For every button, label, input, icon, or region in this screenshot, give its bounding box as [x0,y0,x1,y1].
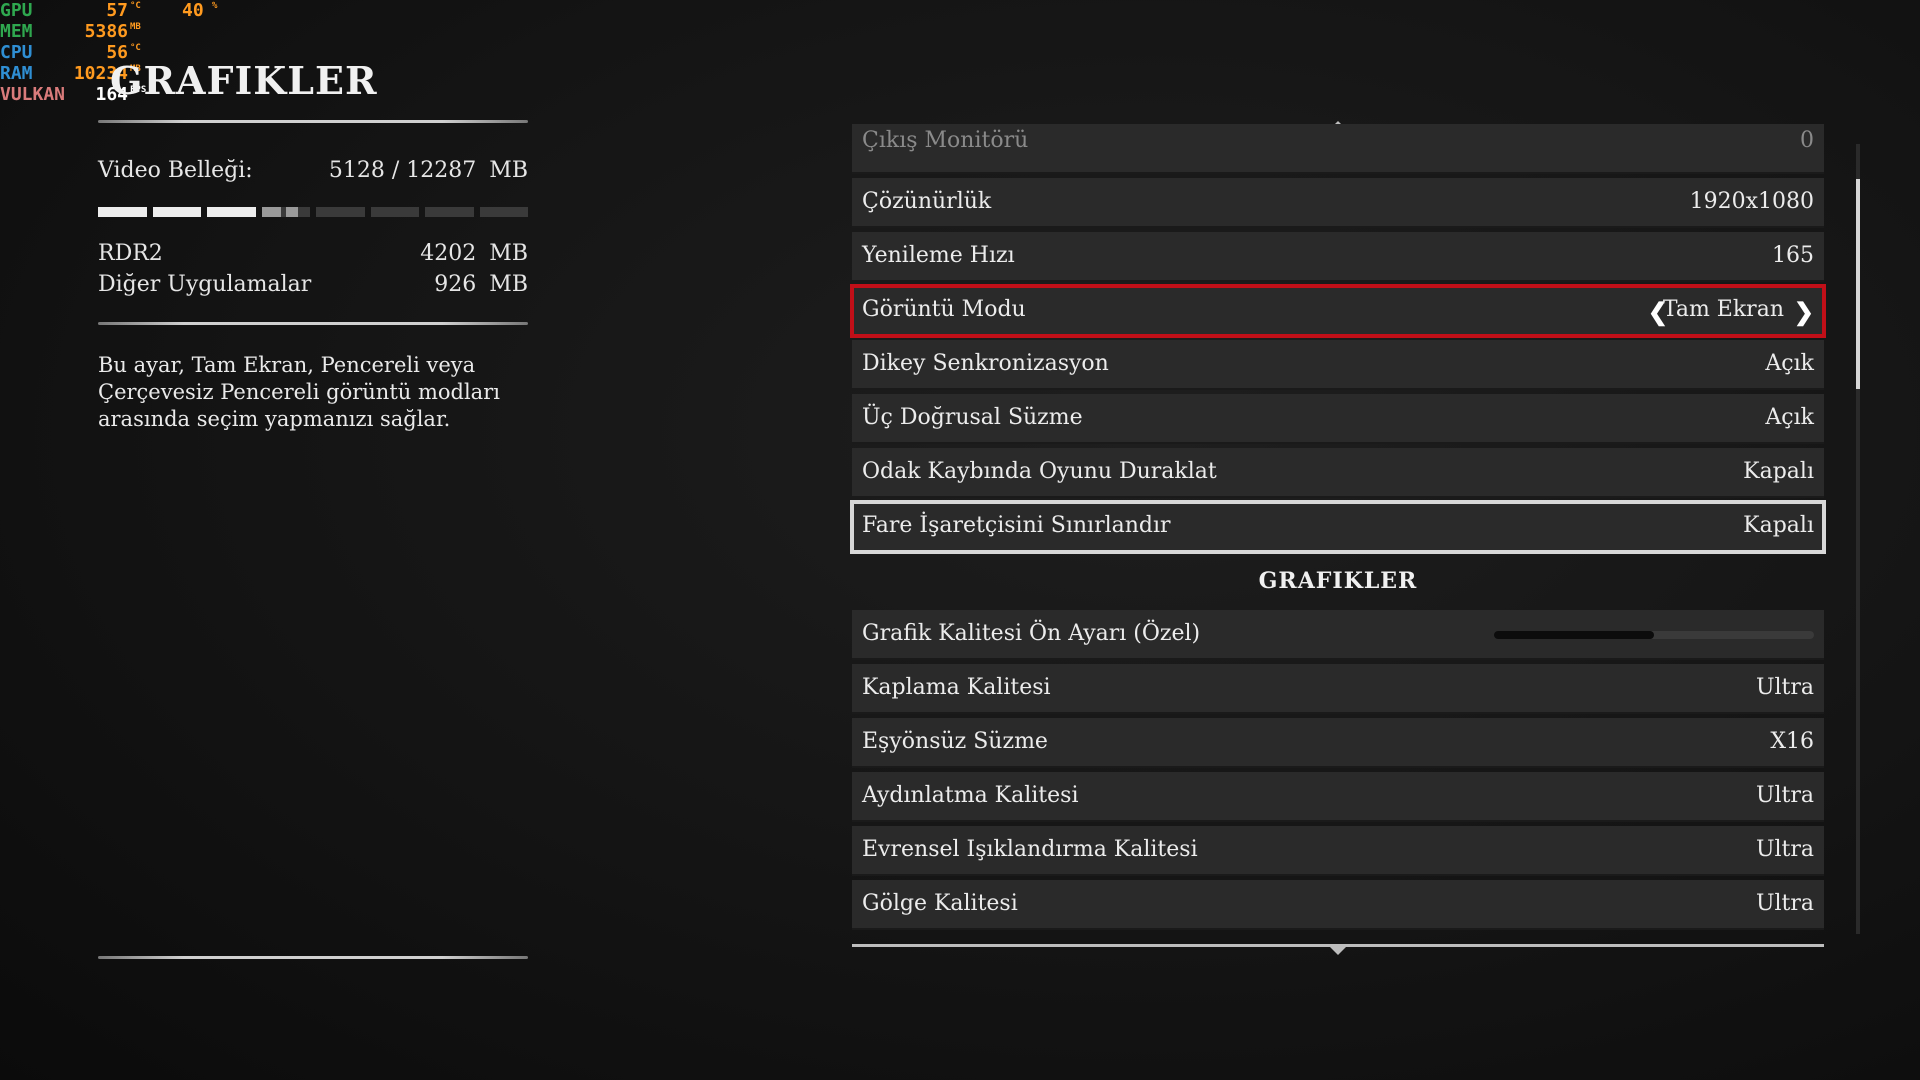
setting-label: Gölge Kalitesi [862,891,1018,916]
memory-bar-segment [316,207,365,217]
overlay-label: VULKAN [0,84,66,105]
memory-item-unit: MB [489,272,528,297]
video-memory-bar [98,207,528,217]
setting-value: Kapalı [1743,459,1814,484]
overlay-value: 5386 [84,21,128,42]
setting-label: Fare İşaretçisini Sınırlandır [862,513,1171,538]
slider-fill [1494,631,1654,639]
section-header-graphics: GRAFIKLER [1258,568,1418,594]
setting-label: Görüntü Modu [862,297,1026,322]
overlay-row-gpu: GPU 57 °C 40 % [0,0,240,21]
overlay-value: 57 [106,0,128,21]
setting-value: Açık [1765,405,1814,430]
setting-row-refresh-rate[interactable]: Yenileme Hızı 165 [852,232,1824,282]
memory-bar-segment [261,207,310,217]
memory-item-label: RDR2 [98,241,163,266]
overlay-unit: °C [130,1,141,11]
setting-label: Yenileme Hızı [862,243,1015,268]
memory-bar-segment [152,207,201,217]
overlay-unit: MB [130,22,141,32]
divider [98,322,528,325]
scrollbar[interactable] [1856,144,1860,934]
setting-value: Tam Ekran [1662,297,1784,322]
setting-row-constrain-mouse-pointer[interactable]: Fare İşaretçisini Sınırlandır Kapalı [850,500,1826,554]
memory-bar-segment [425,207,474,217]
setting-row-quality-preset[interactable]: Grafik Kalitesi Ön Ayarı (Özel) [852,610,1824,660]
memory-item-value: 926 MB [434,272,528,297]
setting-value: Açık [1765,351,1814,376]
video-memory-value: 5128 / 12287 MB [329,158,528,183]
memory-item-amount: 4202 [420,241,477,266]
video-memory-total: / 12287 [391,158,477,183]
setting-row-anisotropic-filtering[interactable]: Eşyönsüz Süzme X16 [852,718,1824,768]
setting-row-global-illumination[interactable]: Evrensel Işıklandırma Kalitesi Ultra [852,826,1824,876]
setting-value: 165 [1772,243,1814,268]
overlay-label: CPU [0,42,33,63]
overlay-label: MEM [0,21,33,42]
setting-label: Dikey Senkronizasyon [862,351,1109,376]
setting-value: Kapalı [1743,513,1814,538]
setting-label: Çözünürlük [862,189,992,214]
memory-item-value: 4202 MB [420,241,528,266]
memory-bar-segment [98,207,147,217]
settings-list: Çıkış Monitörü 0 Çözünürlük 1920x1080 Ye… [850,124,1826,944]
setting-row-triple-buffering[interactable]: Üç Doğrusal Süzme Açık [852,394,1824,444]
divider [98,120,528,123]
overlay-unit: °C [130,43,141,53]
setting-label: Kaplama Kalitesi [862,675,1051,700]
memory-bar-segment [207,207,256,217]
divider [98,956,528,959]
memory-bar-segment [370,207,419,217]
overlay-label: RAM [0,63,33,84]
setting-label: Eşyönsüz Süzme [862,729,1048,754]
setting-description: Bu ayar, Tam Ekran, Pencereli veya Çerçe… [98,353,500,431]
setting-label: Odak Kaybında Oyunu Duraklat [862,459,1217,484]
overlay-gpu-load: 40 [182,0,204,21]
setting-label: Üç Doğrusal Süzme [862,405,1083,430]
setting-row-shadow-quality[interactable]: Gölge Kalitesi Ultra [852,880,1824,930]
setting-row-lighting-quality[interactable]: Aydınlatma Kalitesi Ultra [852,772,1824,822]
quality-preset-slider[interactable] [1494,631,1814,639]
overlay-unit: % [212,1,218,11]
setting-row-vsync[interactable]: Dikey Senkronizasyon Açık [852,340,1824,390]
setting-label: Çıkış Monitörü [862,128,1029,153]
scrollbar-thumb[interactable] [1856,179,1860,389]
memory-item-unit: MB [489,241,528,266]
setting-row-pause-on-focus-loss[interactable]: Odak Kaybında Oyunu Duraklat Kapalı [852,448,1824,498]
setting-label: Grafik Kalitesi Ön Ayarı (Özel) [862,621,1201,646]
video-memory-unit: MB [489,158,528,183]
page-title: GRAFIKLER [110,58,378,103]
setting-value: 1920x1080 [1689,189,1814,214]
setting-row-texture-quality[interactable]: Kaplama Kalitesi Ultra [852,664,1824,714]
setting-row-output-monitor[interactable]: Çıkış Monitörü 0 [852,124,1824,174]
setting-label: Aydınlatma Kalitesi [862,783,1079,808]
video-memory-label: Video Belleği: [98,158,253,183]
memory-item-label: Diğer Uygulamalar [98,272,312,297]
setting-value: Ultra [1755,783,1814,808]
chevron-right-icon[interactable]: ❯ [1794,297,1814,326]
setting-value: 0 [1800,128,1814,153]
scroll-down-indicator-icon[interactable] [1330,947,1346,955]
setting-row-resolution[interactable]: Çözünürlük 1920x1080 [852,178,1824,228]
memory-item-amount: 926 [434,272,477,297]
setting-label: Evrensel Işıklandırma Kalitesi [862,837,1198,862]
setting-value: Ultra [1755,837,1814,862]
setting-row-display-mode[interactable]: Görüntü Modu ❮ Tam Ekran ❯ [850,284,1826,338]
setting-value: X16 [1770,729,1814,754]
overlay-row-mem: MEM 5386 MB [0,21,240,42]
memory-bar-segment [479,207,528,217]
video-memory-used: 5128 [328,158,385,183]
setting-value: Ultra [1755,675,1814,700]
setting-value: Ultra [1755,891,1814,916]
overlay-label: GPU [0,0,33,21]
